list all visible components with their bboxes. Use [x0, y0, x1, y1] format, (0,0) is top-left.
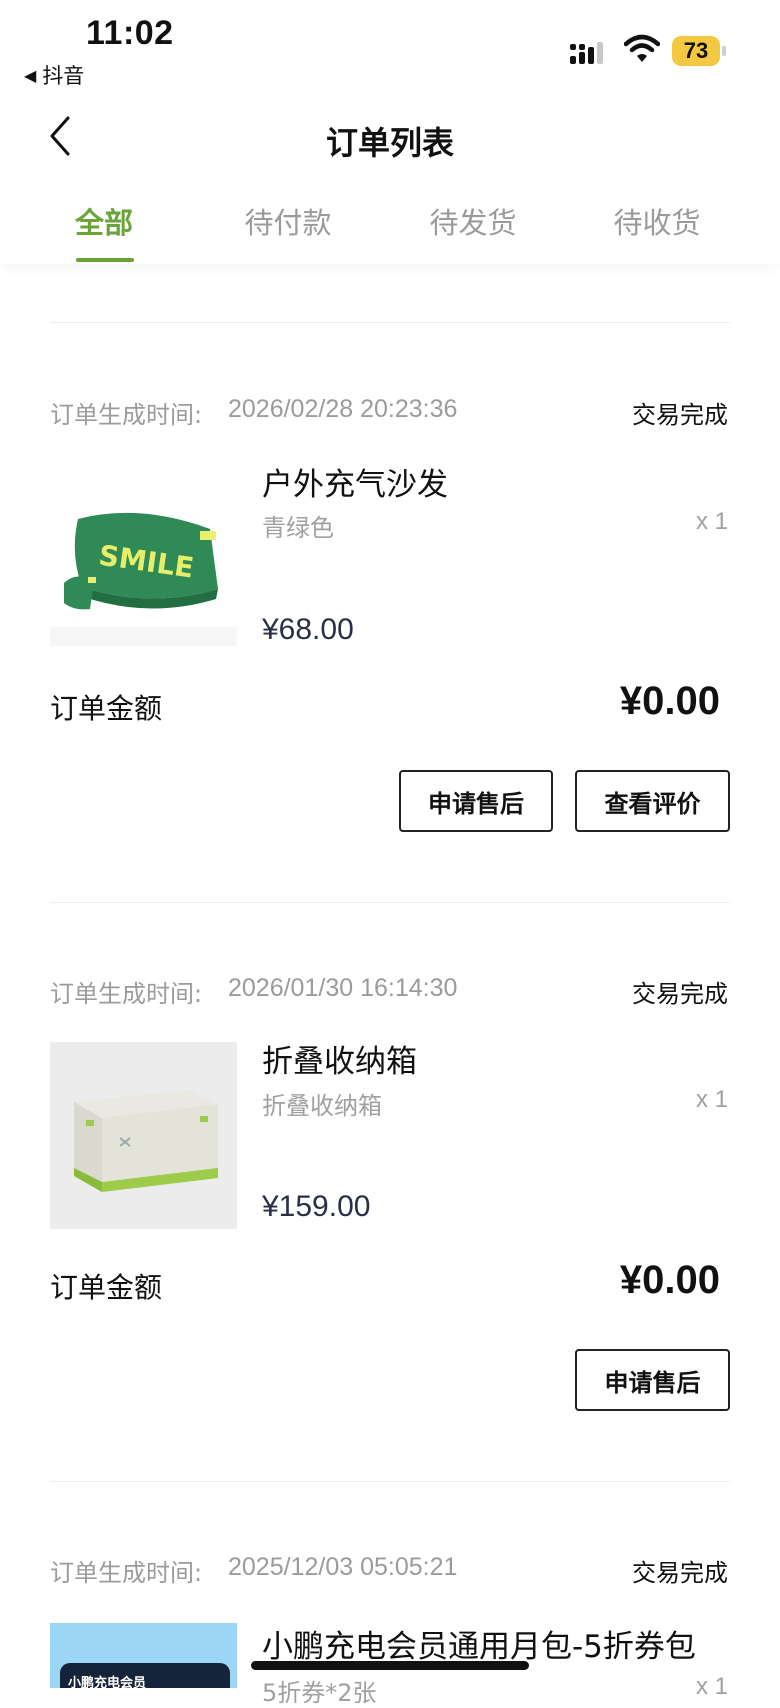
item-variant: 5折券*2张 [262, 1679, 377, 1707]
view-review-button[interactable]: 查看评价 [575, 770, 730, 832]
signal-icon [570, 42, 603, 64]
order-card[interactable]: 订单生成时间: 2026/02/28 20:23:36 交易完成 SMILE 户… [0, 395, 780, 845]
status-time: 11:02 [86, 14, 174, 52]
back-to-app-link[interactable]: ◀ 抖音 [24, 60, 84, 90]
order-card[interactable]: 订单生成时间: 2026/01/30 16:14:30 交易完成 折叠收纳箱 折… [0, 974, 780, 1424]
divider [50, 322, 730, 323]
order-total-value: ¥0.00 [619, 1258, 720, 1302]
wifi-icon [624, 34, 660, 62]
order-time-label: 订单生成时间: [50, 1559, 203, 1587]
tab-pending-shipment[interactable]: 待发货 [393, 200, 553, 242]
order-status: 交易完成 [632, 401, 728, 429]
item-price: ¥68.00 [262, 613, 354, 646]
battery-level: 73 [672, 36, 720, 66]
order-total-label: 订单金额 [50, 1271, 163, 1304]
order-total-value: ¥0.00 [619, 679, 720, 723]
back-triangle-icon: ◀ [24, 65, 37, 85]
back-app-label: 抖音 [42, 64, 85, 88]
page-title: 订单列表 [325, 124, 454, 162]
divider [50, 1481, 730, 1482]
item-variant: 青绿色 [262, 514, 334, 542]
order-time: 2026/02/28 20:23:36 [228, 395, 458, 423]
item-price: ¥159.00 [262, 1190, 371, 1223]
item-quantity: x 1 [695, 1086, 728, 1113]
order-time-label: 订单生成时间: [50, 401, 203, 429]
tab-all[interactable]: 全部 [24, 200, 184, 242]
item-quantity: x 1 [695, 508, 728, 535]
order-status: 交易完成 [632, 1559, 728, 1587]
item-variant: 折叠收纳箱 [262, 1092, 382, 1120]
item-name[interactable]: 折叠收纳箱 [262, 1036, 417, 1081]
battery-icon: 73 [672, 36, 726, 66]
divider [50, 902, 730, 903]
product-image-text: 小鹏充电会员 [68, 1675, 146, 1688]
order-status: 交易完成 [632, 980, 728, 1008]
order-total-label: 订单金额 [50, 692, 163, 725]
product-image[interactable] [50, 1042, 237, 1229]
item-quantity: x 1 [695, 1673, 728, 1700]
status-bar: 11:02 ◀ 抖音 73 [0, 0, 780, 96]
item-name[interactable]: 户外充气沙发 [262, 459, 448, 504]
item-name[interactable]: 小鹏充电会员通用月包-5折券包 [262, 1621, 696, 1666]
home-indicator[interactable] [251, 1661, 529, 1670]
product-image[interactable]: SMILE [50, 459, 237, 646]
after-sales-button[interactable]: 申请售后 [575, 1349, 730, 1411]
order-time: 2026/01/30 16:14:30 [228, 974, 458, 1002]
order-tabs: 全部 待付款 待发货 待收货 [0, 200, 780, 264]
order-time-label: 订单生成时间: [50, 980, 203, 1008]
after-sales-button[interactable]: 申请售后 [399, 770, 553, 832]
tab-pending-payment[interactable]: 待付款 [208, 200, 368, 242]
order-time: 2025/12/03 05:05:21 [228, 1553, 458, 1581]
product-image[interactable]: 小鹏充电会员 [50, 1623, 237, 1688]
tab-pending-receipt[interactable]: 待收货 [577, 200, 737, 242]
active-tab-indicator [76, 258, 134, 262]
